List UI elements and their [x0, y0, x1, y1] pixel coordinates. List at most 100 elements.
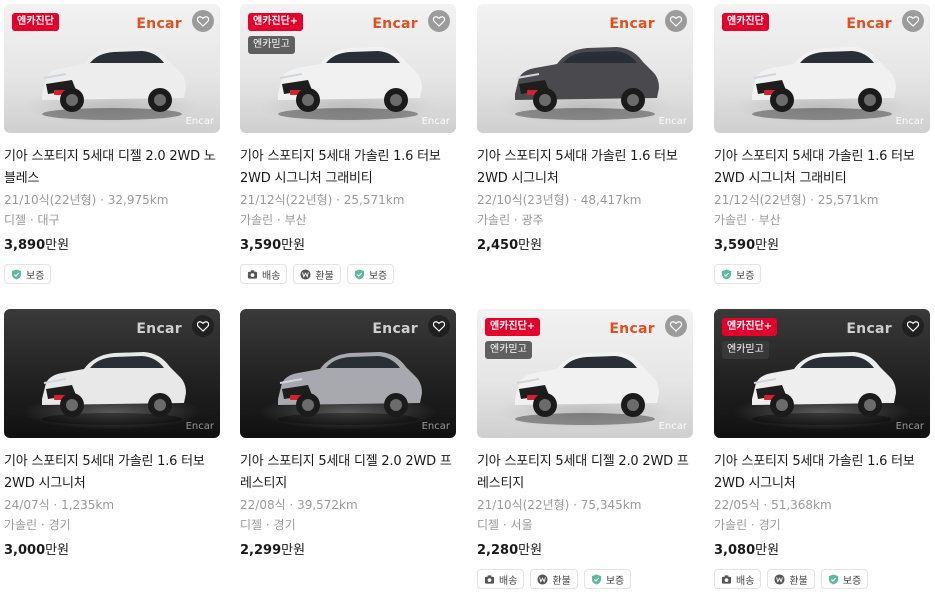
car-photo: [42, 352, 186, 425]
diagnosis-badge: 엔카진단+: [485, 318, 541, 336]
encar-watermark-corner: Encar: [658, 421, 687, 432]
listing-card[interactable]: Encar Encar 엔카진단+ 엔카믿고 기아 스포티지 5세대 가솔린 1…: [714, 309, 930, 589]
encar-watermark: Encar: [609, 16, 655, 32]
heart-icon: [197, 15, 209, 27]
car-thumbnail[interactable]: Encar Encar: [4, 309, 220, 438]
car-thumbnail[interactable]: Encar Encar 엔카진단+ 엔카믿고: [240, 4, 456, 133]
listing-fuel-region: 디젤 · 서울: [477, 518, 533, 532]
service-chip: 배송: [477, 569, 525, 589]
encar-watermark-corner: Encar: [895, 116, 924, 127]
car-photo: [278, 352, 422, 425]
listing-title[interactable]: 기아 스포티지 5세대 가솔린 1.6 터보 2WD 시그니처 그래비티: [240, 146, 456, 190]
listing-price: 3,590만원: [240, 236, 456, 256]
car-thumbnail[interactable]: Encar Encar 엔카진단: [4, 4, 220, 133]
favorite-button[interactable]: [902, 315, 924, 337]
service-chip-label: 보증: [605, 575, 625, 587]
listing-year-mileage: 22/08식 · 39,572km: [240, 498, 358, 512]
favorite-button[interactable]: [665, 10, 687, 32]
service-chip: 보증: [4, 264, 52, 284]
listing-title-line2: 레스티지: [477, 476, 525, 491]
listing-card[interactable]: Encar Encar 기아 스포티지 5세대 가솔린 1.6 터보 2WD 시…: [477, 4, 693, 264]
listing-card[interactable]: Encar Encar 기아 스포티지 5세대 디젤 2.0 2WD 프 레스티…: [240, 309, 456, 569]
price-unit: 만원: [755, 238, 780, 253]
listing-card[interactable]: Encar Encar 엔카진단+ 엔카믿고 기아 스포티지 5세대 가솔린 1…: [240, 4, 456, 284]
encar-watermark: Encar: [846, 16, 892, 32]
price-value: 3,890: [4, 238, 46, 253]
camera-icon: [484, 574, 495, 585]
car-thumbnail[interactable]: Encar Encar: [477, 4, 693, 133]
encar-watermark-corner: Encar: [895, 421, 924, 432]
favorite-button[interactable]: [665, 315, 687, 337]
encar-watermark-corner: Encar: [185, 421, 214, 432]
listing-card[interactable]: Encar Encar 기아 스포티지 5세대 가솔린 1.6 터보 2WD 시…: [4, 309, 220, 569]
listing-title-line1: 기아 스포티지 5세대 가솔린 1.6 터보: [714, 149, 915, 164]
listing-title[interactable]: 기아 스포티지 5세대 가솔린 1.6 터보 2WD 시그니처 그래비티: [714, 146, 930, 190]
service-chips: 보증: [4, 264, 220, 284]
service-chip: 보증: [346, 264, 395, 284]
listing-title[interactable]: 기아 스포티지 5세대 가솔린 1.6 터보 2WD 시그니처: [714, 451, 930, 495]
listing-title-line1: 기아 스포티지 5세대 디젤 2.0 2WD 프: [240, 454, 452, 469]
heart-icon: [197, 320, 209, 332]
listing-title-line2: 레스티지: [240, 476, 288, 491]
listing-price: 3,890만원: [4, 236, 220, 256]
listing-fuel-region: 가솔린 · 경기: [714, 518, 781, 532]
listing-title-line2: 2WD 시그니처 그래비티: [240, 171, 373, 186]
listing-card[interactable]: Encar Encar 엔카진단+ 엔카믿고 기아 스포티지 5세대 디젤 2.…: [477, 309, 693, 589]
listing-title[interactable]: 기아 스포티지 5세대 가솔린 1.6 터보 2WD 시그니처: [477, 146, 693, 190]
price-unit: 만원: [45, 543, 70, 558]
listing-title-line2: 2WD 시그니처: [4, 476, 86, 491]
price-unit: 만원: [518, 238, 543, 253]
shield-icon: [828, 573, 839, 585]
listing-title-line2: 블레스: [4, 171, 40, 186]
service-chip: 환불: [293, 264, 341, 284]
listing-price: 2,280만원: [477, 541, 693, 561]
car-thumbnail[interactable]: Encar Encar 엔카진단+ 엔카믿고: [714, 309, 930, 438]
listing-title[interactable]: 기아 스포티지 5세대 디젤 2.0 2WD 프 레스티지: [240, 451, 456, 495]
listing-fuel-region: 디젤 · 대구: [4, 213, 60, 227]
car-thumbnail[interactable]: Encar Encar 엔카진단+ 엔카믿고: [477, 309, 693, 438]
service-chip: 배송: [240, 264, 288, 284]
listing-fuel-region: 디젤 · 경기: [240, 518, 296, 532]
trust-badge: 엔카믿고: [485, 341, 532, 359]
favorite-button[interactable]: [902, 10, 924, 32]
service-chip-label: 보증: [736, 270, 755, 282]
favorite-button[interactable]: [428, 10, 450, 32]
listing-price: 2,450만원: [477, 236, 693, 256]
service-chip-label: 환불: [789, 575, 808, 587]
service-chips: 배송 환불 보증: [714, 569, 930, 589]
listing-title[interactable]: 기아 스포티지 5세대 디젤 2.0 2WD 프 레스티지: [477, 451, 693, 495]
favorite-button[interactable]: [192, 315, 214, 337]
listing-year-mileage: 21/12식(22년형) · 25,571km: [714, 193, 879, 207]
car-thumbnail[interactable]: Encar Encar 엔카진단: [714, 4, 930, 133]
listing-title[interactable]: 기아 스포티지 5세대 디젤 2.0 2WD 노 블레스: [4, 146, 220, 190]
favorite-button[interactable]: [192, 10, 214, 32]
service-chip: 보증: [583, 569, 632, 589]
service-chips: 배송 환불 보증: [240, 264, 456, 284]
listing-card[interactable]: Encar Encar 엔카진단 기아 스포티지 5세대 디젤 2.0 2WD …: [4, 4, 220, 284]
heart-icon: [670, 320, 682, 332]
service-chip-label: 환불: [552, 575, 571, 587]
listing-card[interactable]: Encar Encar 엔카진단 기아 스포티지 5세대 가솔린 1.6 터보 …: [714, 4, 930, 284]
listing-year-mileage: 22/05식 · 51,368km: [714, 498, 832, 512]
car-thumbnail[interactable]: Encar Encar: [240, 309, 456, 438]
service-chip: 환불: [767, 569, 815, 589]
favorite-button[interactable]: [428, 315, 450, 337]
encar-watermark: Encar: [136, 16, 182, 32]
listing-year-mileage: 22/10식(23년형) · 48,417km: [477, 193, 642, 207]
heart-icon: [433, 15, 445, 27]
camera-icon: [247, 269, 258, 280]
listing-title[interactable]: 기아 스포티지 5세대 가솔린 1.6 터보 2WD 시그니처: [4, 451, 220, 495]
listing-price: 2,299만원: [240, 541, 456, 561]
service-chip-label: 배송: [736, 575, 755, 587]
camera-icon: [721, 574, 732, 585]
encar-watermark: Encar: [609, 321, 655, 337]
listing-title-line2: 2WD 시그니처: [714, 476, 796, 491]
listing-price: 3,080만원: [714, 541, 930, 561]
shield-icon: [721, 268, 732, 280]
won-icon: [774, 573, 785, 585]
car-photo: [42, 47, 186, 120]
encar-watermark: Encar: [136, 321, 182, 337]
listing-fuel-region: 가솔린 · 광주: [477, 213, 544, 227]
listing-fuel-region: 가솔린 · 부산: [714, 213, 781, 227]
won-icon: [537, 573, 548, 585]
